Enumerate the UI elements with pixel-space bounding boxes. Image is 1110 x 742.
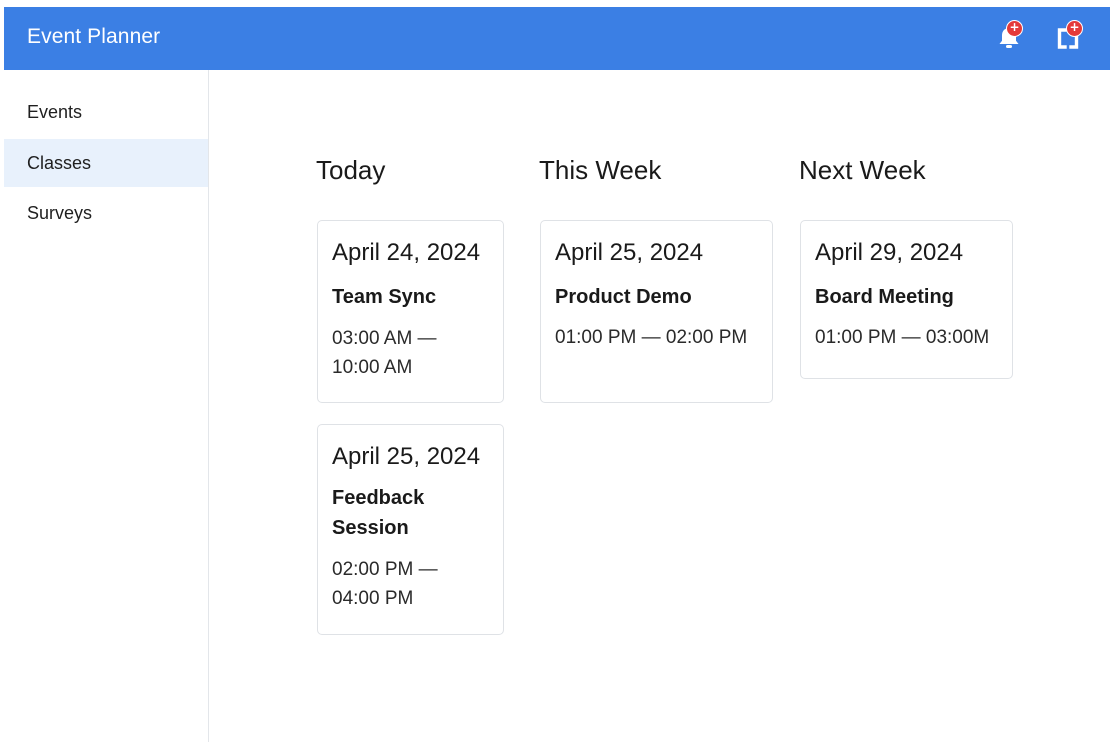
notifications-button[interactable]: + — [993, 20, 1025, 54]
sidebar-item-surveys[interactable]: Surveys — [4, 189, 208, 237]
event-date: April 24, 2024 — [332, 239, 481, 266]
sidebar-item-classes[interactable]: Classes — [4, 139, 208, 187]
column-heading-next-week: Next Week — [799, 155, 926, 185]
sidebar-item-events[interactable]: Events — [4, 88, 208, 136]
event-title: Board Meeting — [815, 286, 954, 308]
event-title: Product Demo — [555, 286, 692, 308]
event-time: 02:00 PM — 04:00 PM — [332, 559, 438, 609]
event-title: Team Sync — [332, 286, 437, 308]
notification-badge: + — [1006, 20, 1023, 37]
event-card[interactable]: April 24, 2024 Team Sync 03:00 AM — 10:0… — [317, 220, 504, 403]
logout-badge: + — [1066, 20, 1083, 37]
event-card[interactable]: April 25, 2024 Product Demo 01:00 PM — 0… — [540, 220, 773, 403]
event-date: April 25, 2024 — [555, 239, 704, 266]
event-time: 01:00 PM — 03:00M — [815, 327, 990, 348]
app-title: Event Planner — [27, 25, 161, 48]
event-time: 01:00 PM — 02:00 PM — [555, 327, 748, 348]
event-time: 03:00 AM — 10:00 AM — [332, 328, 437, 378]
column-heading-today: Today — [316, 155, 386, 185]
event-planner-app: Event Planner + + Events Classes Surveys… — [0, 0, 1110, 742]
event-card[interactable]: April 25, 2024 Feedback Session 02:00 PM… — [317, 424, 504, 635]
event-date: April 25, 2024 — [332, 443, 481, 470]
column-heading-this-week: This Week — [539, 155, 662, 185]
logout-button[interactable]: + — [1052, 20, 1084, 54]
sidebar: Events Classes Surveys — [4, 70, 209, 742]
event-date: April 29, 2024 — [815, 239, 964, 266]
event-card[interactable]: April 29, 2024 Board Meeting 01:00 PM — … — [800, 220, 1013, 379]
event-title: Feedback Session — [332, 487, 425, 539]
app-header: Event Planner + + — [4, 7, 1110, 70]
